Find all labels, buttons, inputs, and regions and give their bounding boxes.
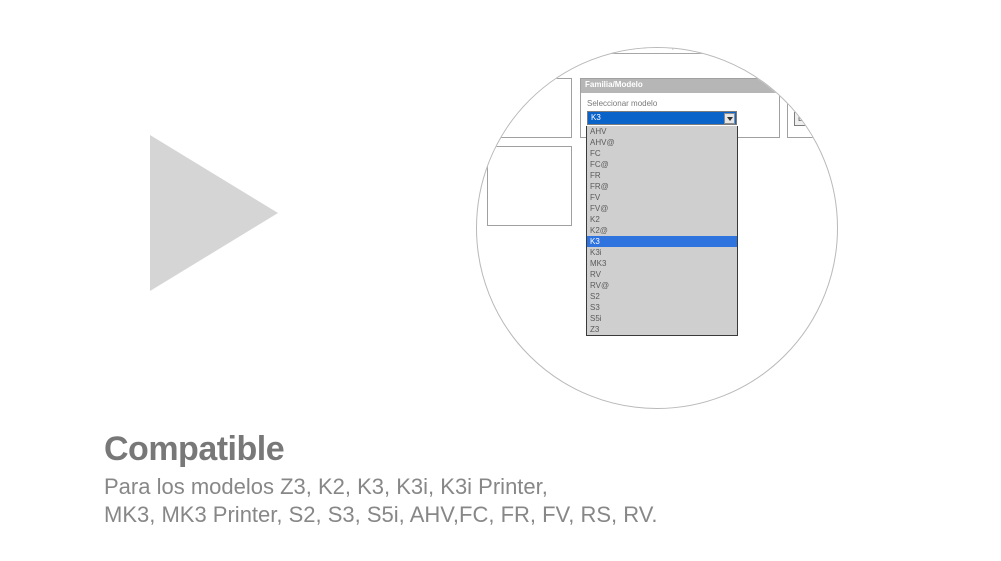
model-option[interactable]: AHV@ [587, 137, 737, 148]
select-model-label: Seleccionar modelo [587, 99, 773, 108]
model-option[interactable]: FR [587, 170, 737, 181]
caption-line1: Para los modelos Z3, K2, K3, K3i, K3i Pr… [104, 474, 548, 499]
idioma-value-field[interactable]: ESPA [794, 112, 838, 126]
caption-line2: MK3, MK3 Printer, S2, S3, S5i, AHV,FC, F… [104, 502, 657, 527]
model-option[interactable]: S2 [587, 291, 737, 302]
model-option[interactable]: FV@ [587, 203, 737, 214]
magnifier-circle: se guardan los C:\Users\Usuario\Desktop\… [476, 47, 838, 409]
panel-idioma-header: Idioma [788, 79, 838, 93]
software-screenshot: se guardan los C:\Users\Usuario\Desktop\… [476, 47, 838, 409]
model-option[interactable]: K2 [587, 214, 737, 225]
model-option[interactable]: RV [587, 269, 737, 280]
chevron-down-icon[interactable] [724, 113, 735, 124]
caption-body: Para los modelos Z3, K2, K3, K3i, K3i Pr… [104, 473, 904, 528]
model-option[interactable]: FR@ [587, 181, 737, 192]
save-path-field[interactable]: C:\Users\Usuario\Desktop\PW-Link\regis [580, 47, 838, 54]
model-option[interactable]: S3 [587, 302, 737, 313]
top-area: se guardan los C:\Users\Usuario\Desktop\… [476, 47, 838, 78]
model-option[interactable]: RV@ [587, 280, 737, 291]
model-option[interactable]: FC@ [587, 159, 737, 170]
save-path-text: C:\Users\Usuario\Desktop\PW-Link\regis [584, 47, 728, 50]
app-root: se guardan los C:\Users\Usuario\Desktop\… [0, 0, 1001, 561]
model-option[interactable]: Z3 [587, 324, 737, 335]
model-option[interactable]: FV [587, 192, 737, 203]
model-option[interactable]: FC [587, 148, 737, 159]
play-icon[interactable] [150, 135, 278, 291]
caption-block: Compatible Para los modelos Z3, K2, K3, … [104, 430, 904, 528]
model-combobox-value: K3 [591, 113, 601, 122]
model-option[interactable]: K2@ [587, 225, 737, 236]
panel-left-upper [487, 78, 572, 138]
model-option[interactable]: S5i [587, 313, 737, 324]
panel-familia-header: Familia/Modelo [581, 79, 779, 93]
model-option[interactable]: MK3 [587, 258, 737, 269]
model-option[interactable]: K3i [587, 247, 737, 258]
caption-title: Compatible [104, 430, 904, 469]
model-combobox[interactable]: K3 [587, 111, 737, 125]
panel-idioma: Idioma Se ESPA [787, 78, 838, 138]
model-option[interactable]: AHV [587, 126, 737, 137]
idioma-value-text: ESPA [798, 114, 819, 123]
panel-left-lower [487, 146, 572, 226]
model-option[interactable]: K3 [587, 236, 737, 247]
model-dropdown-list[interactable]: AHVAHV@FCFC@FRFR@FVFV@K2K2@K3K3iMK3RVRV@… [586, 126, 738, 336]
idioma-select-label: Se [794, 99, 838, 108]
